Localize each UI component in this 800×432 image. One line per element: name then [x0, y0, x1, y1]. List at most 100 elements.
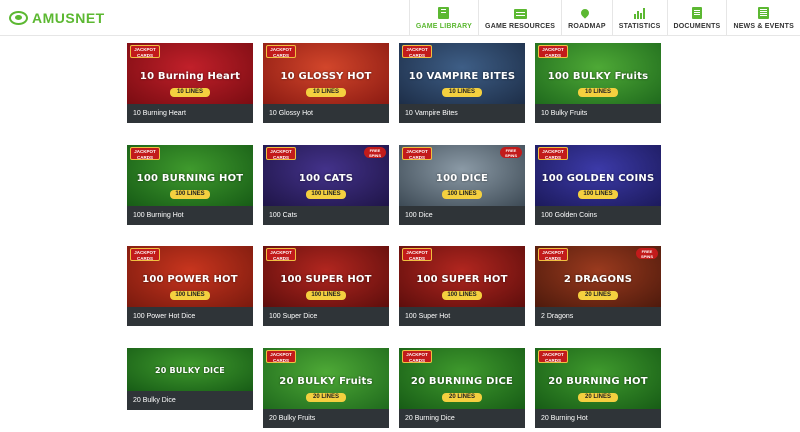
game-art-title: 20 BULKY Fruits	[279, 376, 373, 387]
lines-badge: 10 LINES	[306, 88, 346, 97]
game-name[interactable]: 100 Super Dice	[263, 307, 389, 326]
game-art-title: 100 CATS	[298, 173, 354, 184]
game-thumbnail[interactable]: JACKPOT CARDS 10 GLOSSY HOT 10 LINES	[263, 43, 389, 104]
game-name[interactable]: 100 Golden Coins	[535, 206, 661, 225]
game-art-title: 100 SUPER HOT	[416, 274, 508, 285]
nav-label: DOCUMENTS	[673, 23, 721, 30]
game-card[interactable]: JACKPOT CARDS 100 SUPER HOT 100 LINES 100 S…	[263, 246, 389, 326]
lines-badge: 100 LINES	[170, 190, 210, 199]
game-card[interactable]: JACKPOT CARDS FREE SPINS 100 DICE 100 LINES…	[399, 145, 525, 225]
game-card[interactable]: JACKPOT CARDS 100 SUPER HOT 100 LINES 100 S…	[399, 246, 525, 326]
game-name[interactable]: 10 Bulky Fruits	[535, 104, 661, 123]
game-card[interactable]: JACKPOT CARDS 10 Burning Heart 10 LINES 10 …	[127, 43, 253, 123]
document-icon	[691, 7, 702, 19]
game-name[interactable]: 10 Vampire Bites	[399, 104, 525, 123]
lines-badge: 100 LINES	[306, 291, 346, 300]
game-art-title: 100 BURNING HOT	[136, 173, 244, 184]
game-name[interactable]: 20 Bulky Fruits	[263, 409, 389, 428]
lines-badge: 100 LINES	[442, 291, 482, 300]
game-card[interactable]: JACKPOT CARDS 100 BULKY Fruits 10 LINES 10 …	[535, 43, 661, 123]
free-spins-badge: FREE SPINS	[636, 248, 658, 259]
lines-badge: 10 LINES	[442, 88, 482, 97]
game-thumbnail[interactable]: JACKPOT CARDS 100 SUPER HOT 100 LINES	[399, 246, 525, 307]
game-thumbnail[interactable]: JACKPOT CARDS 20 BURNING DICE 20 LINES	[399, 348, 525, 409]
game-card[interactable]: JACKPOT CARDS 20 BURNING HOT 20 LINES 20 Bu…	[535, 348, 661, 428]
game-art-title: 10 Burning Heart	[139, 71, 241, 82]
jackpot-cards-badge: JACKPOT CARDS	[266, 45, 296, 58]
lines-badge: 20 LINES	[306, 393, 346, 402]
nav-game-library[interactable]: GAME LIBRARY	[408, 0, 478, 36]
lines-badge: 10 LINES	[170, 88, 210, 97]
news-icon	[758, 7, 770, 19]
game-name[interactable]: 20 Bulky Dice	[127, 391, 253, 410]
nav-label: STATISTICS	[618, 23, 661, 30]
main-nav: GAME LIBRARY GAME RESOURCES ROADMAP STAT…	[408, 0, 800, 36]
game-card[interactable]: JACKPOT CARDS 20 BURNING DICE 20 LINES 20 B…	[399, 348, 525, 428]
game-name[interactable]: 100 Cats	[263, 206, 389, 225]
game-card[interactable]: JACKPOT CARDS 10 GLOSSY HOT 10 LINES 10 Glo…	[263, 43, 389, 123]
game-name[interactable]: 100 Dice	[399, 206, 525, 225]
book-icon	[438, 7, 450, 19]
game-card[interactable]: JACKPOT CARDS FREE SPINS 2 DRAGONS 20 LINES…	[535, 246, 661, 326]
jackpot-cards-badge: JACKPOT CARDS	[538, 350, 568, 363]
game-thumbnail[interactable]: JACKPOT CARDS 20 BURNING HOT 20 LINES	[535, 348, 661, 409]
game-art-title: 10 VAMPIRE BITES	[408, 71, 516, 82]
lines-badge: 100 LINES	[578, 190, 618, 199]
game-thumbnail[interactable]: 20 BULKY DICE	[127, 348, 253, 391]
game-name[interactable]: 100 Super Hot	[399, 307, 525, 326]
game-name[interactable]: 20 Burning Hot	[535, 409, 661, 428]
game-name[interactable]: 20 Burning Dice	[399, 409, 525, 428]
game-card[interactable]: JACKPOT CARDS 100 BURNING HOT 100 LINES 100…	[127, 145, 253, 225]
jackpot-cards-badge: JACKPOT CARDS	[266, 147, 296, 160]
game-name[interactable]: 10 Burning Heart	[127, 104, 253, 123]
nav-statistics[interactable]: STATISTICS	[611, 0, 667, 36]
jackpot-cards-badge: JACKPOT CARDS	[402, 147, 432, 160]
game-art-title: 20 BURNING HOT	[548, 376, 648, 387]
map-pin-icon	[579, 7, 592, 19]
game-thumbnail[interactable]: JACKPOT CARDS 100 GOLDEN COINS 100 LINES	[535, 145, 661, 206]
game-art-title: 100 BULKY Fruits	[547, 71, 649, 82]
game-thumbnail[interactable]: JACKPOT CARDS 100 BURNING HOT 100 LINES	[127, 145, 253, 206]
jackpot-cards-badge: JACKPOT CARDS	[130, 147, 160, 160]
game-name[interactable]: 2 Dragons	[535, 307, 661, 326]
jackpot-cards-badge: JACKPOT CARDS	[402, 45, 432, 58]
game-thumbnail[interactable]: JACKPOT CARDS FREE SPINS 100 DICE 100 LINES	[399, 145, 525, 206]
game-art-title: 100 GOLDEN COINS	[541, 173, 655, 184]
nav-roadmap[interactable]: ROADMAP	[561, 0, 612, 36]
lines-badge: 20 LINES	[578, 393, 618, 402]
amusnet-logo[interactable]: AMUSNET	[9, 9, 105, 27]
game-thumbnail[interactable]: JACKPOT CARDS 10 VAMPIRE BITES 10 LINES	[399, 43, 525, 104]
statistics-icon	[634, 8, 646, 19]
game-thumbnail[interactable]: JACKPOT CARDS FREE SPINS 2 DRAGONS 20 LINES	[535, 246, 661, 307]
game-art-title: 20 BULKY DICE	[155, 366, 225, 375]
lines-badge: 10 LINES	[578, 88, 618, 97]
game-thumbnail[interactable]: JACKPOT CARDS 10 Burning Heart 10 LINES	[127, 43, 253, 104]
game-name[interactable]: 100 Power Hot Dice	[127, 307, 253, 326]
game-thumbnail[interactable]: JACKPOT CARDS 100 POWER HOT 100 LINES	[127, 246, 253, 307]
lines-badge: 100 LINES	[170, 291, 210, 300]
game-name[interactable]: 10 Glossy Hot	[263, 104, 389, 123]
nav-documents[interactable]: DOCUMENTS	[666, 0, 727, 36]
jackpot-cards-badge: JACKPOT CARDS	[266, 248, 296, 261]
game-thumbnail[interactable]: JACKPOT CARDS 20 BULKY Fruits 20 LINES	[263, 348, 389, 409]
game-art-title: 100 POWER HOT	[142, 274, 238, 285]
game-art-title: 100 SUPER HOT	[280, 274, 372, 285]
game-art-title: 20 BURNING DICE	[410, 376, 514, 387]
game-thumbnail[interactable]: JACKPOT CARDS FREE SPINS 100 CATS 100 LINES	[263, 145, 389, 206]
game-thumbnail[interactable]: JACKPOT CARDS 100 BULKY Fruits 10 LINES	[535, 43, 661, 104]
game-card[interactable]: JACKPOT CARDS 20 BULKY Fruits 20 LINES 20 B…	[263, 348, 389, 428]
jackpot-cards-badge: JACKPOT CARDS	[266, 350, 296, 363]
nav-news-events[interactable]: NEWS & EVENTS	[726, 0, 800, 36]
game-card[interactable]: JACKPOT CARDS 10 VAMPIRE BITES 10 LINES 10 …	[399, 43, 525, 123]
game-card[interactable]: JACKPOT CARDS FREE SPINS 100 CATS 100 LINES…	[263, 145, 389, 225]
game-name[interactable]: 100 Burning Hot	[127, 206, 253, 225]
game-card[interactable]: JACKPOT CARDS 100 GOLDEN COINS 100 LINES 10…	[535, 145, 661, 225]
nav-label: NEWS & EVENTS	[733, 23, 794, 30]
lines-badge: 20 LINES	[578, 291, 618, 300]
nav-label: ROADMAP	[568, 23, 606, 30]
nav-game-resources[interactable]: GAME RESOURCES	[478, 0, 561, 36]
game-thumbnail[interactable]: JACKPOT CARDS 100 SUPER HOT 100 LINES	[263, 246, 389, 307]
game-card[interactable]: 20 BULKY DICE 20 Bulky Dice	[127, 348, 253, 410]
game-card[interactable]: JACKPOT CARDS 100 POWER HOT 100 LINES 100 P…	[127, 246, 253, 326]
lines-badge: 100 LINES	[306, 190, 346, 199]
